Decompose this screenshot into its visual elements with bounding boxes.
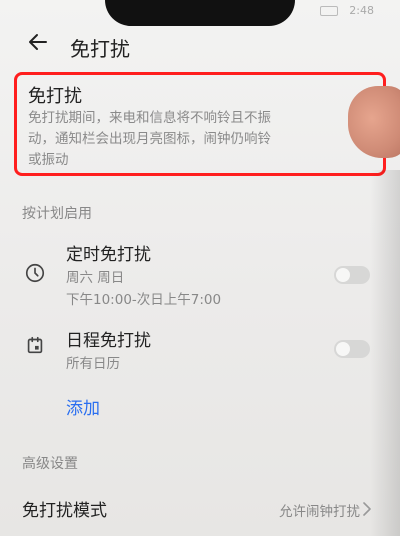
dnd-mode-label[interactable]: 免打扰模式 — [22, 496, 107, 521]
dnd-description-line: 免打扰期间，来电和信息将不响铃且不振 — [28, 110, 271, 126]
timed-dnd-title: 定时免打扰 — [66, 245, 151, 265]
page-title: 免打扰 — [70, 37, 130, 61]
timed-dnd-time-range: 下午10:00-次日上午7:00 — [66, 292, 222, 308]
settings-screen: 2:48 免打扰 免打扰 免打扰期间，来电和信息将不响铃且不振 动，通知栏会出现… — [0, 0, 400, 536]
battery-icon — [320, 6, 338, 16]
calendar-icon — [27, 336, 43, 354]
toggle-knob — [336, 268, 350, 282]
toggle-knob — [336, 342, 350, 356]
section-label-advanced: 高级设置 — [22, 456, 78, 472]
dnd-description: 免打扰期间，来电和信息将不响铃且不振 动，通知栏会出现月亮图标，闹钟仍响铃 或振… — [28, 108, 368, 171]
timed-dnd-days: 周六 周日 — [66, 270, 125, 286]
section-label-schedule: 按计划启用 — [22, 206, 92, 222]
dnd-mode-value[interactable]: 允许闹钟打扰 — [279, 500, 360, 520]
calendar-dnd-subtitle: 所有日历 — [66, 356, 120, 372]
phone-notch — [105, 0, 295, 26]
dnd-description-line: 动，通知栏会出现月亮图标，闹钟仍响铃 — [28, 131, 271, 147]
clock-icon — [25, 263, 45, 283]
calendar-dnd-row[interactable]: 日程免打扰 所有日历 — [0, 322, 400, 372]
status-time: 2:48 — [349, 4, 374, 17]
calendar-dnd-title: 日程免打扰 — [66, 331, 151, 351]
header: 免打扰 — [0, 26, 400, 68]
edge-shadow — [370, 170, 400, 536]
dnd-description-line: 或振动 — [28, 152, 69, 168]
timed-dnd-row[interactable]: 定时免打扰 周六 周日 下午10:00-次日上午7:00 — [0, 236, 400, 308]
back-arrow-icon[interactable] — [26, 30, 50, 54]
add-schedule-link[interactable]: 添加 — [66, 394, 100, 419]
calendar-dnd-toggle[interactable] — [334, 340, 370, 358]
timed-dnd-toggle[interactable] — [334, 266, 370, 284]
dnd-toggle-row-title[interactable]: 免打扰 — [28, 82, 82, 108]
